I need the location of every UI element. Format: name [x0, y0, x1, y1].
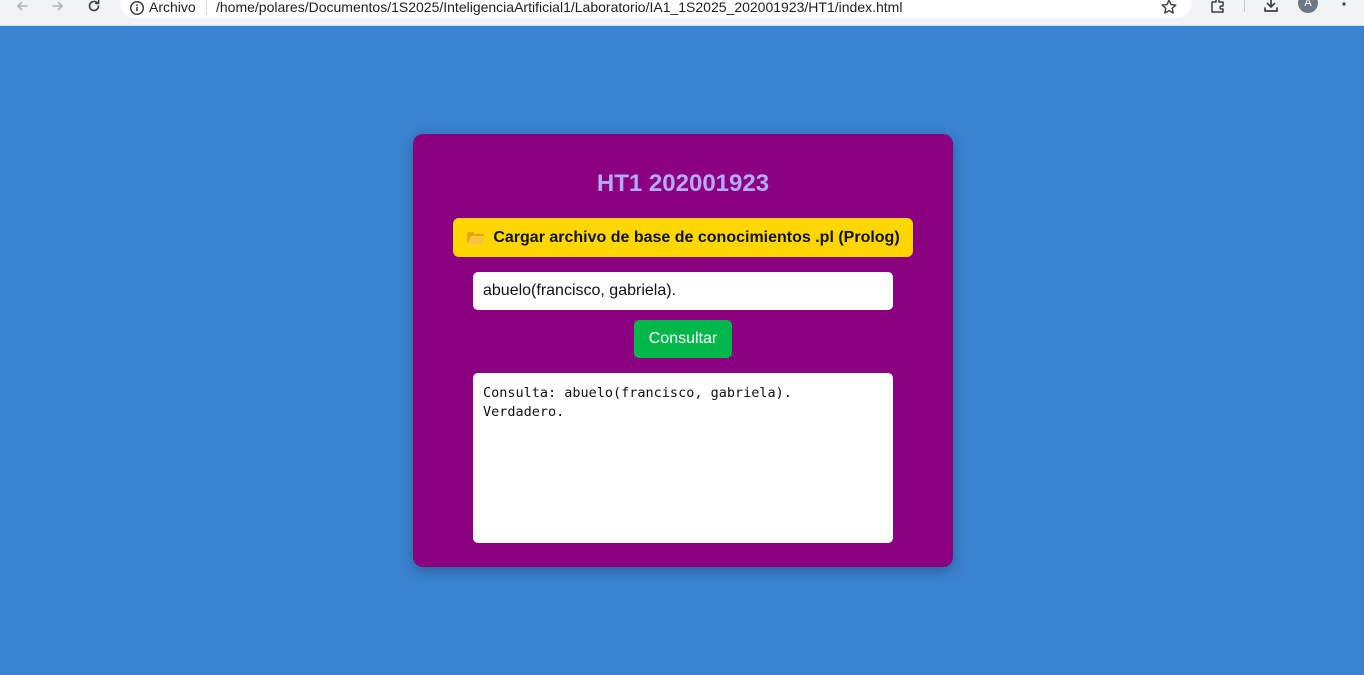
open-folder-icon [467, 231, 486, 244]
back-icon[interactable] [10, 0, 34, 18]
page-info-label[interactable]: Archivo [149, 0, 196, 15]
reload-icon[interactable] [82, 0, 106, 18]
extensions-icon[interactable] [1207, 0, 1229, 16]
forward-icon[interactable] [46, 0, 70, 18]
download-icon[interactable] [1260, 0, 1282, 16]
bookmark-star-icon[interactable] [1160, 0, 1178, 16]
load-button-label: Cargar archivo de base de conocimientos … [493, 228, 900, 246]
menu-kebab-icon[interactable] [1333, 0, 1355, 16]
result-output[interactable]: Consulta: abuelo(francisco, gabriela). V… [473, 373, 893, 543]
consult-button[interactable]: Consultar [634, 320, 732, 358]
toolbar-divider [1244, 0, 1245, 12]
main-card: HT1 202001923 Cargar archivo de base de … [413, 134, 953, 567]
address-bar[interactable]: Archivo /home/polares/Documentos/1S2025/… [120, 0, 1192, 18]
address-divider [206, 0, 207, 15]
load-knowledge-base-button[interactable]: Cargar archivo de base de conocimientos … [453, 218, 913, 257]
page-title: HT1 202001923 [596, 170, 770, 197]
query-input[interactable] [473, 272, 893, 310]
profile-avatar[interactable]: A [1298, 0, 1318, 13]
browser-toolbar: Archivo /home/polares/Documentos/1S2025/… [0, 0, 1364, 26]
url-text[interactable]: /home/polares/Documentos/1S2025/Intelige… [216, 0, 902, 15]
info-icon[interactable] [129, 0, 145, 16]
